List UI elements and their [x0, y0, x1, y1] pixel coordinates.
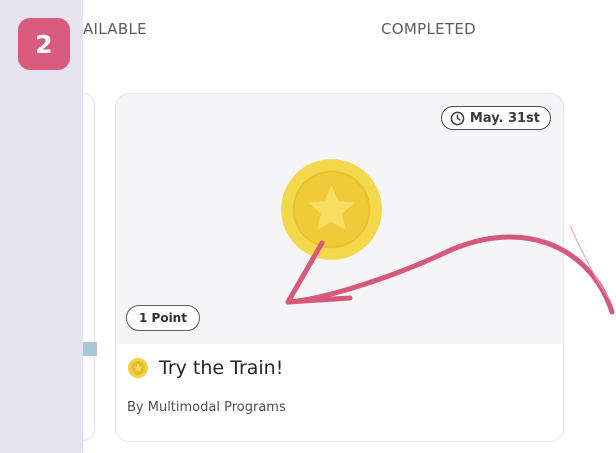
points-badge: 1 Point [126, 305, 200, 331]
points-label: 1 Point [139, 311, 187, 325]
challenges-panel: AILABLE COMPLETED May. 31st 1 Point Try … [83, 0, 616, 453]
card-title-row: Try the Train! [127, 357, 283, 379]
card-title: Try the Train! [159, 357, 284, 379]
progress-marker [83, 342, 97, 356]
previous-card-edge[interactable] [83, 93, 95, 441]
date-badge: May. 31st [440, 106, 551, 130]
coin-icon [127, 357, 149, 379]
tab-bar: AILABLE COMPLETED [83, 20, 616, 50]
card-image-area: May. 31st 1 Point [116, 94, 563, 344]
challenge-card[interactable]: May. 31st 1 Point Try the Train! By Mult… [115, 93, 564, 442]
tab-available[interactable]: AILABLE [83, 20, 147, 38]
step-number-badge: 2 [18, 18, 70, 70]
star-coin-icon [281, 159, 382, 260]
date-label: May. 31st [469, 110, 540, 126]
card-author: By Multimodal Programs [127, 400, 286, 415]
clock-icon [450, 111, 465, 125]
tab-completed[interactable]: COMPLETED [381, 20, 476, 38]
